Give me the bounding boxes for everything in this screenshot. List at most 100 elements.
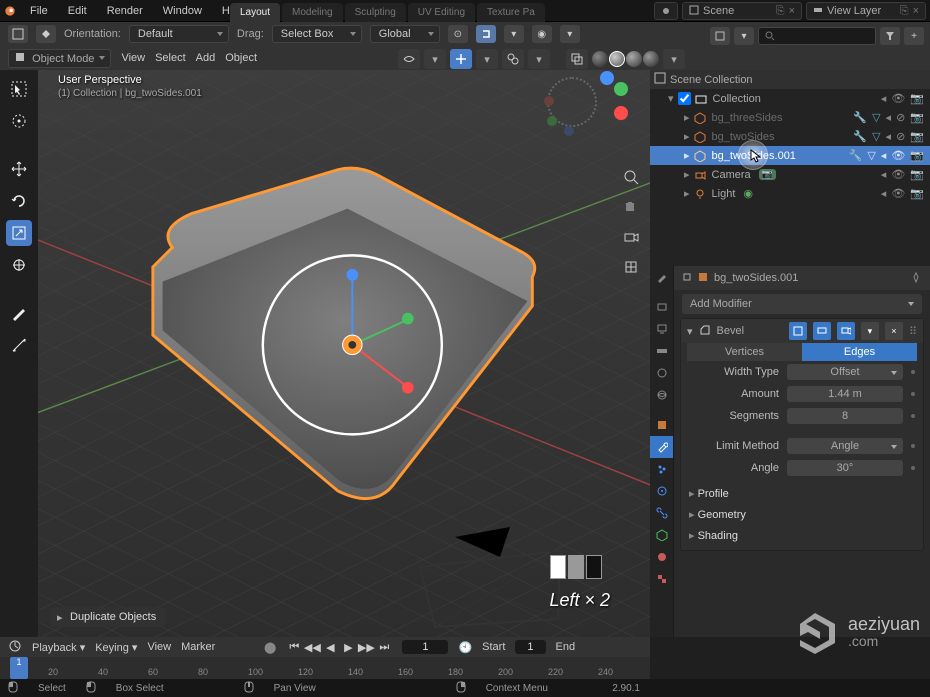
keyframe-dot-icon[interactable] [911,414,915,418]
playhead[interactable]: 1 [10,657,28,679]
tab-edges[interactable]: Edges [802,343,917,361]
play-icon[interactable]: ▶ [340,640,356,654]
shading-rendered-icon[interactable] [643,51,659,67]
hide-render-icon[interactable]: 📷 [910,187,924,200]
prop-tab-world[interactable] [650,384,673,406]
segments-field[interactable]: 8 [787,408,903,424]
prop-tab-scene[interactable] [650,362,673,384]
width-type-dropdown[interactable]: Offset [787,364,903,380]
modifier-name[interactable]: Bevel [717,325,783,337]
close-icon[interactable]: × [789,5,795,17]
orientation-dropdown[interactable]: Default [129,25,229,43]
tab-vertices[interactable]: Vertices [687,343,802,361]
subpanel-profile[interactable]: Profile [689,483,915,504]
tab-sculpting[interactable]: Sculpting [345,3,406,22]
hide-select-icon[interactable]: ◂ [886,111,892,124]
tab-uv-editing[interactable]: UV Editing [408,3,475,22]
add-modifier-button[interactable]: Add Modifier [682,294,922,314]
outliner-collection[interactable]: ▾ Collection ◂ 👁 📷 [650,89,930,108]
disclosure-triangle-icon[interactable]: ▸ [684,149,690,162]
mode-edit-toggle-icon[interactable] [789,322,807,340]
axis-y-icon[interactable] [614,82,628,96]
scene-selector[interactable]: Scene ⎘ × [682,2,802,20]
keyframe-dot-icon[interactable] [911,392,915,396]
pivot-point-icon[interactable]: ⊙ [448,25,468,43]
subpanel-geometry[interactable]: Geometry [689,504,915,525]
axis-neg-y-icon[interactable] [547,116,557,126]
play-reverse-icon[interactable]: ◀ [322,640,338,654]
timeline-menu-playback[interactable]: Playback ▾ [32,641,85,654]
shading-matprev-icon[interactable] [626,51,642,67]
rotate-tool-icon[interactable] [6,188,32,214]
active-mesh[interactable] [108,160,548,520]
viewport-menu-object[interactable]: Object [225,52,257,64]
start-frame-field[interactable]: 1 [515,640,545,654]
hide-render-icon[interactable]: 📷 [910,92,924,105]
prop-tab-object[interactable] [650,414,673,436]
limit-method-dropdown[interactable]: Angle [787,438,903,454]
shading-wireframe-icon[interactable] [592,51,608,67]
subpanel-shading[interactable]: Shading [689,525,915,546]
hide-render-icon[interactable]: 📷 [910,111,924,124]
mode-dropdown[interactable]: Object Mode [8,49,111,68]
chevron-down-icon[interactable]: ▾ [476,49,498,69]
camera-object[interactable] [410,509,570,629]
chevron-down-icon[interactable]: ▾ [424,49,446,69]
nav-gizmo[interactable] [552,76,640,164]
prop-tab-texture[interactable] [650,568,673,590]
mesh-data-icon[interactable]: ▽ [867,149,875,162]
mesh-data-icon[interactable]: ▽ [872,130,880,143]
drag-handle-icon[interactable]: ⠿ [909,325,917,338]
hide-select-icon[interactable]: ◂ [881,187,887,200]
hide-render-icon[interactable]: 📷 [910,149,924,162]
hide-viewport-icon[interactable]: 👁 [891,168,905,181]
snap-icon[interactable] [36,25,56,43]
viewport-menu-view[interactable]: View [121,52,145,64]
pin-icon[interactable] [682,272,692,285]
mode-display-toggle-icon[interactable] [813,322,831,340]
hide-select-icon[interactable]: ◂ [886,130,892,143]
axis-z-icon[interactable] [600,71,614,85]
outliner-display-options[interactable]: ▾ [734,27,754,45]
timeline-editor-type-icon[interactable] [8,639,22,656]
select-box-tool-icon[interactable] [6,76,32,102]
outliner-item-bg-threesides[interactable]: ▸ bg_threeSides 🔧 ▽ ◂ ⊘ 📷 [650,108,930,127]
prop-tab-render[interactable] [650,296,673,318]
timeline-menu-keying[interactable]: Keying ▾ [95,641,137,654]
prop-tab-constraints[interactable] [650,502,673,524]
pivot-dropdown-icon[interactable] [654,2,678,20]
timeline-ruler[interactable]: 1 20 40 60 80 100 120 140 160 180 200 22… [0,657,650,679]
hide-select-icon[interactable]: ◂ [881,92,887,105]
measure-tool-icon[interactable] [6,332,32,358]
prop-tab-modifiers[interactable] [650,436,673,458]
disclosure-triangle-icon[interactable]: ▾ [687,325,693,338]
angle-field[interactable]: 30° [787,460,903,476]
camera-view-icon[interactable] [620,226,642,248]
menu-edit[interactable]: Edit [58,5,97,17]
keyframe-dot-icon[interactable] [911,444,915,448]
hide-select-icon[interactable]: ◂ [881,149,887,162]
snap-toggle-icon[interactable] [476,25,496,43]
editor-type-icon[interactable] [8,25,28,43]
outliner-item-camera[interactable]: ▸ Camera 📷 ◂ 👁 📷 [650,165,930,184]
disclosure-triangle-icon[interactable]: ▸ [684,111,690,124]
hide-viewport-icon[interactable]: 👁 [891,187,905,200]
visibility-icon[interactable] [398,49,420,69]
copy-icon[interactable]: ⎘ [900,5,909,18]
auto-keying-toggle-icon[interactable]: ⬤ [264,641,276,654]
disclosure-triangle-icon[interactable]: ▸ [684,168,690,181]
disclosure-triangle-icon[interactable]: ▸ [684,130,690,143]
cursor-tool-icon[interactable] [6,108,32,134]
prop-tab-viewlayer[interactable] [650,340,673,362]
outliner-display-mode[interactable] [710,27,730,45]
prop-tab-physics[interactable] [650,480,673,502]
chevron-down-icon[interactable]: ▾ [528,49,550,69]
scale-tool-icon[interactable] [6,220,32,246]
chevron-down-icon[interactable]: ▾ [861,322,879,340]
timeline-menu-marker[interactable]: Marker [181,641,215,653]
keyframe-dot-icon[interactable] [911,370,915,374]
chevron-down-icon[interactable]: ▾ [663,49,685,69]
outliner-scene-collection[interactable]: Scene Collection [650,70,930,89]
prop-tab-data[interactable] [650,524,673,546]
prop-tab-particles[interactable] [650,458,673,480]
